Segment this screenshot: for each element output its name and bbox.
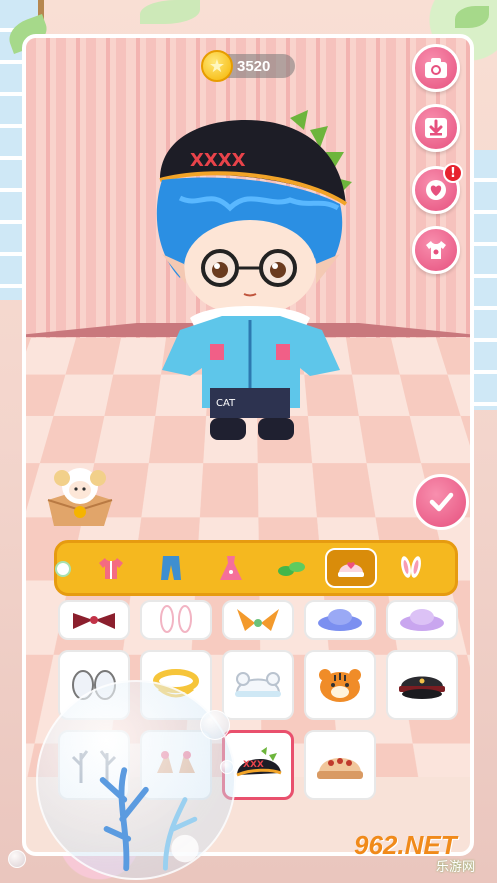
hat-icon [400, 609, 444, 631]
bunny-ears-icon [401, 556, 421, 578]
coin-icon: ★ [201, 50, 233, 82]
dress-icon [220, 556, 242, 580]
camera-icon [425, 58, 447, 78]
svg-text:CAT: CAT [216, 398, 236, 409]
check-icon [429, 492, 454, 512]
item-black-cap[interactable] [386, 650, 458, 720]
coral-bubble-decoration [36, 680, 236, 880]
hat-icon [338, 562, 364, 577]
item-bow-accessory[interactable] [58, 600, 130, 640]
item-blue-hat[interactable] [304, 600, 376, 640]
item-orange-ribbon[interactable] [222, 600, 294, 640]
coin-counter: ★ 3520 [201, 50, 295, 82]
watermark-sub: 乐游网 [436, 860, 476, 875]
ribbon-icon [237, 609, 279, 631]
bow-icon [73, 613, 115, 629]
bubble-decoration [200, 710, 230, 740]
heart-icon [426, 180, 446, 200]
shirt-icon [99, 558, 123, 579]
category-toggle[interactable] [55, 561, 71, 577]
watermark-main: 962.NET [354, 830, 457, 860]
camera-button[interactable] [412, 44, 460, 92]
cap-decoration: XXXX [190, 150, 246, 171]
cat-hat-icon [235, 672, 281, 697]
leaf-decoration [140, 0, 200, 24]
favorite-button[interactable]: ! [412, 163, 463, 214]
shoes-icon [278, 562, 305, 576]
wardrobe-button[interactable] [412, 226, 460, 274]
category-bar [54, 540, 458, 596]
tiger-hat-icon [319, 669, 361, 702]
bunny-ears-icon [160, 605, 192, 633]
hat-icon [318, 609, 362, 631]
bubble-decoration [220, 760, 234, 774]
character-avatar: XXXX CAT [156, 110, 352, 440]
leaf-decoration [455, 6, 489, 28]
shirt-icon [426, 241, 446, 259]
coin-amount: 3520 [237, 57, 271, 75]
tab-hat[interactable] [325, 548, 377, 588]
site-watermark: 962.NET 乐游网 [354, 832, 494, 876]
svg-text:XXX: XXX [243, 760, 264, 770]
tab-top[interactable] [85, 548, 137, 588]
sheep-box-icon[interactable] [44, 460, 114, 530]
tab-dress[interactable] [205, 548, 257, 588]
tab-pants[interactable] [145, 548, 197, 588]
item-brown-beanie[interactable] [304, 730, 376, 800]
confirm-button[interactable] [413, 474, 469, 530]
coral-icon [99, 767, 199, 872]
beanie-icon [317, 758, 363, 779]
save-button[interactable] [412, 104, 460, 152]
item-lilac-hat[interactable] [386, 600, 458, 640]
download-icon [425, 118, 447, 138]
dino-cap-icon: XXX [236, 747, 282, 777]
tab-ears[interactable] [385, 548, 437, 588]
notification-badge: ! [443, 163, 463, 183]
cap-icon [399, 676, 445, 699]
pants-icon [161, 556, 181, 580]
item-bunny-ears[interactable] [140, 600, 212, 640]
tab-shoes[interactable] [265, 548, 317, 588]
bubble-decoration [8, 850, 26, 868]
item-tiger-hat[interactable] [304, 650, 376, 720]
